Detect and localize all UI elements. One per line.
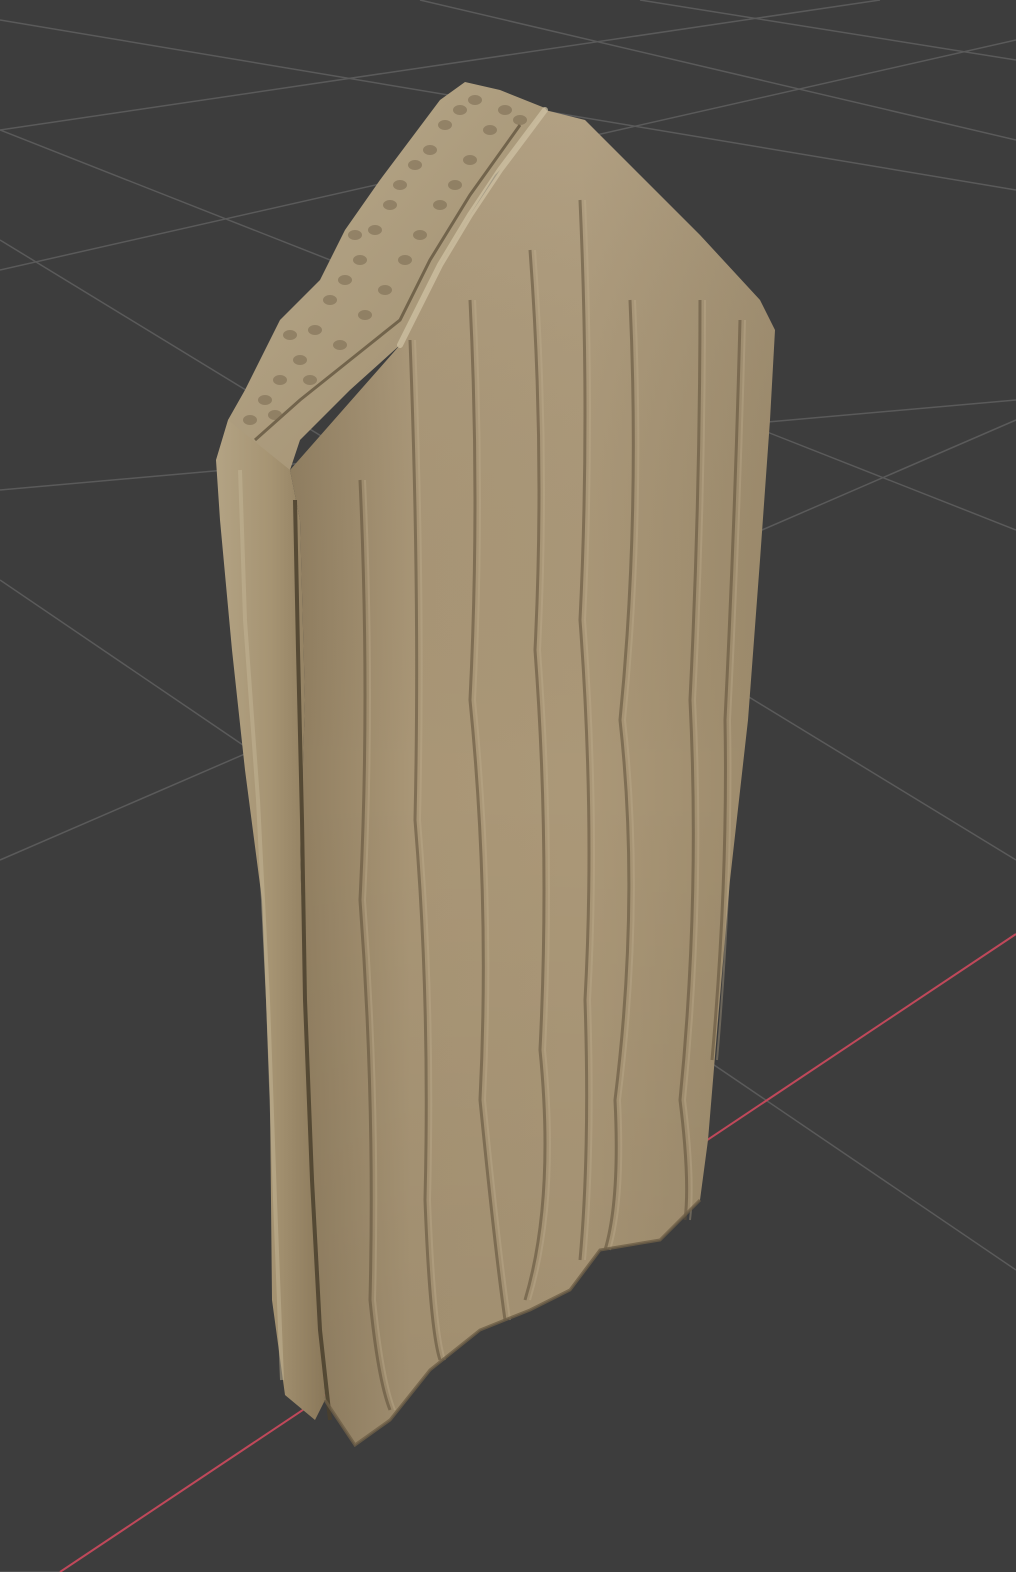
surface-pit bbox=[453, 105, 467, 115]
surface-pit bbox=[468, 95, 482, 105]
surface-pit bbox=[408, 160, 422, 170]
surface-pit bbox=[353, 255, 367, 265]
surface-pit bbox=[338, 275, 352, 285]
surface-pit bbox=[368, 225, 382, 235]
surface-pit bbox=[483, 125, 497, 135]
surface-pit bbox=[303, 375, 317, 385]
surface-pit bbox=[293, 355, 307, 365]
surface-pit bbox=[463, 155, 477, 165]
surface-pit bbox=[333, 340, 347, 350]
surface-pit bbox=[348, 230, 362, 240]
surface-pit bbox=[258, 395, 272, 405]
surface-pit bbox=[308, 325, 322, 335]
surface-pit bbox=[448, 180, 462, 190]
surface-pit bbox=[498, 105, 512, 115]
surface-pit bbox=[413, 230, 427, 240]
surface-pit bbox=[268, 410, 282, 420]
surface-pit bbox=[378, 285, 392, 295]
sculpted-plank-object[interactable] bbox=[216, 82, 775, 1448]
surface-pit bbox=[438, 120, 452, 130]
surface-pit bbox=[358, 310, 372, 320]
surface-pit bbox=[393, 180, 407, 190]
surface-pit bbox=[383, 200, 397, 210]
surface-pit bbox=[323, 295, 337, 305]
surface-pit bbox=[433, 200, 447, 210]
surface-pit bbox=[423, 145, 437, 155]
surface-pit bbox=[273, 375, 287, 385]
surface-pit bbox=[243, 415, 257, 425]
3d-viewport[interactable] bbox=[0, 0, 1016, 1572]
surface-pit bbox=[513, 115, 527, 125]
grid-line bbox=[639, 0, 1016, 61]
surface-pit bbox=[283, 330, 297, 340]
viewport-scene[interactable] bbox=[0, 0, 1016, 1572]
surface-pit bbox=[398, 255, 412, 265]
